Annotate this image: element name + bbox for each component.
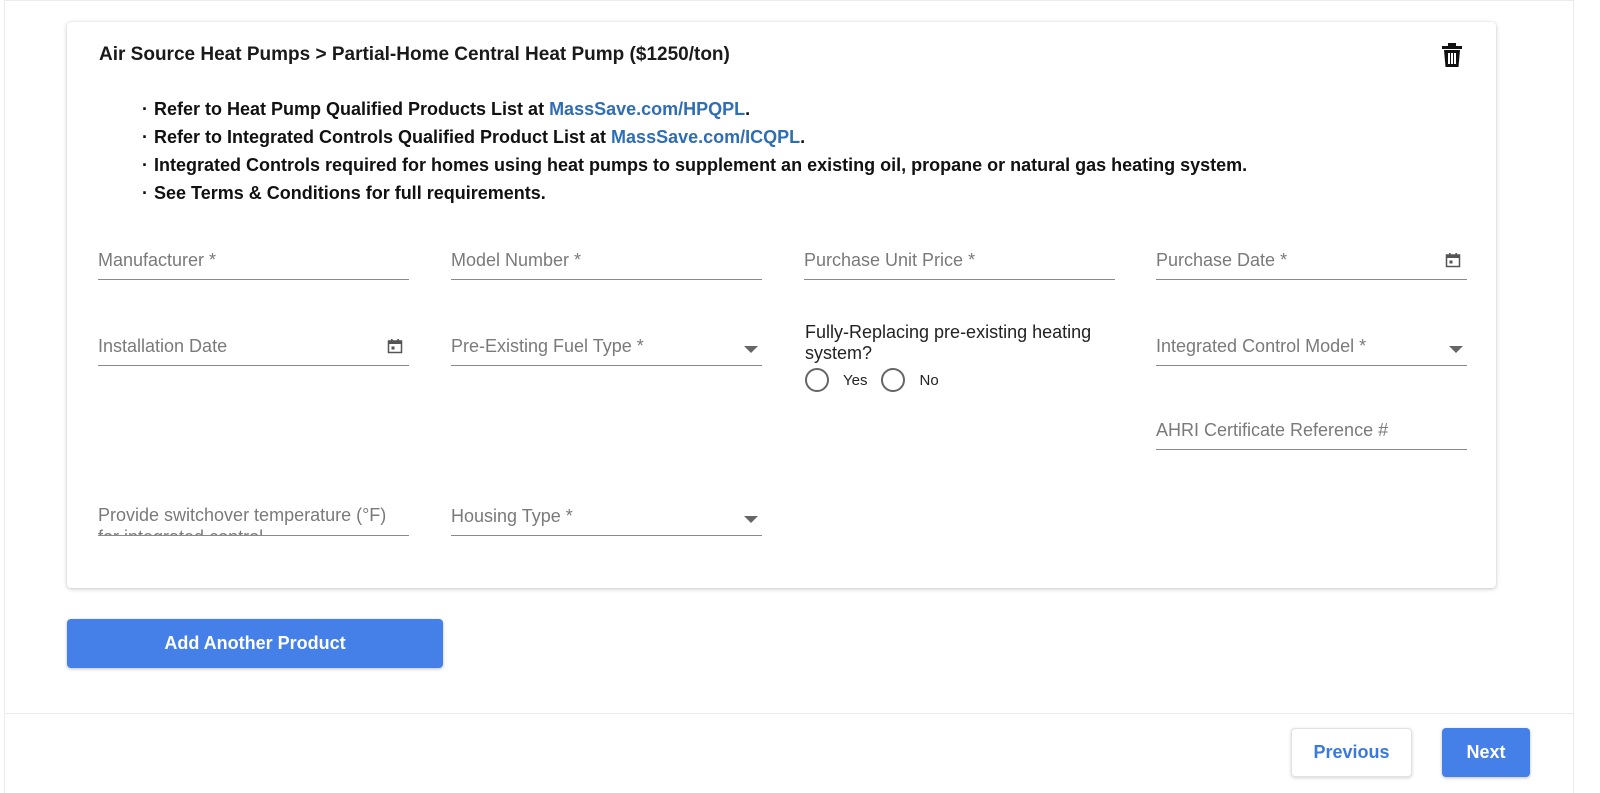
hpqpl-link[interactable]: MassSave.com/HPQPL xyxy=(549,99,745,119)
ahri-certificate-input[interactable] xyxy=(1156,408,1467,449)
requirements-list: · Refer to Heat Pump Qualified Products L… xyxy=(142,95,1247,207)
list-item: · See Terms & Conditions for full require… xyxy=(142,183,546,203)
calendar-icon[interactable] xyxy=(1445,252,1461,268)
model-number-field[interactable]: Model Number * xyxy=(451,238,762,280)
pre-existing-fuel-type-select[interactable]: Pre-Existing Fuel Type * xyxy=(451,324,762,366)
manufacturer-field[interactable]: Manufacturer * xyxy=(98,238,409,280)
list-item: · Refer to Heat Pump Qualified Products L… xyxy=(142,99,751,119)
radio-row: Yes No xyxy=(805,368,1135,392)
no-radio-label: No xyxy=(919,371,939,389)
purchase-date-field[interactable]: Purchase Date * xyxy=(1156,238,1467,280)
housing-type-select[interactable]: Housing Type * xyxy=(451,494,762,536)
previous-button[interactable]: Previous xyxy=(1291,728,1412,777)
fully-replacing-radio-group: Fully-Replacing pre-existing heating sys… xyxy=(805,322,1135,392)
integrated-control-model-select[interactable]: Integrated Control Model * xyxy=(1156,324,1467,366)
icqpl-link[interactable]: MassSave.com/ICQPL xyxy=(611,127,800,147)
housing-type-label: Housing Type * xyxy=(451,506,573,526)
purchase-date-input[interactable] xyxy=(1156,238,1467,279)
chevron-down-icon xyxy=(744,346,758,353)
manufacturer-input[interactable] xyxy=(98,238,409,279)
yes-radio-label: Yes xyxy=(843,371,868,389)
purchase-unit-price-field[interactable]: Purchase Unit Price * xyxy=(804,238,1115,280)
integrated-control-model-label: Integrated Control Model * xyxy=(1156,336,1367,356)
calendar-icon[interactable] xyxy=(387,338,403,354)
next-button[interactable]: Next xyxy=(1442,728,1530,777)
footer-divider xyxy=(4,713,1574,714)
purchase-unit-price-input[interactable] xyxy=(804,238,1115,279)
yes-radio[interactable] xyxy=(805,368,829,392)
pre-existing-fuel-type-label: Pre-Existing Fuel Type * xyxy=(451,336,644,356)
fully-replacing-question: Fully-Replacing pre-existing heating sys… xyxy=(805,322,1092,363)
installation-date-input[interactable] xyxy=(98,324,409,365)
chevron-down-icon xyxy=(744,516,758,523)
trash-icon[interactable] xyxy=(1440,42,1464,68)
list-item: · Refer to Integrated Controls Qualified … xyxy=(142,127,806,147)
switchover-temperature-input[interactable] xyxy=(98,494,409,535)
add-another-product-button[interactable]: Add Another Product xyxy=(67,619,443,668)
ahri-certificate-field[interactable]: AHRI Certificate Reference # xyxy=(1156,408,1467,450)
no-radio[interactable] xyxy=(881,368,906,392)
product-title: Air Source Heat Pumps > Partial-Home Cen… xyxy=(99,44,730,65)
switchover-temperature-field[interactable]: Provide switchover temperature (°F) for … xyxy=(98,494,409,536)
model-number-input[interactable] xyxy=(451,238,762,279)
chevron-down-icon xyxy=(1449,346,1463,353)
list-item: · Integrated Controls required for homes … xyxy=(142,155,1248,175)
installation-date-field[interactable]: Installation Date xyxy=(98,324,409,366)
